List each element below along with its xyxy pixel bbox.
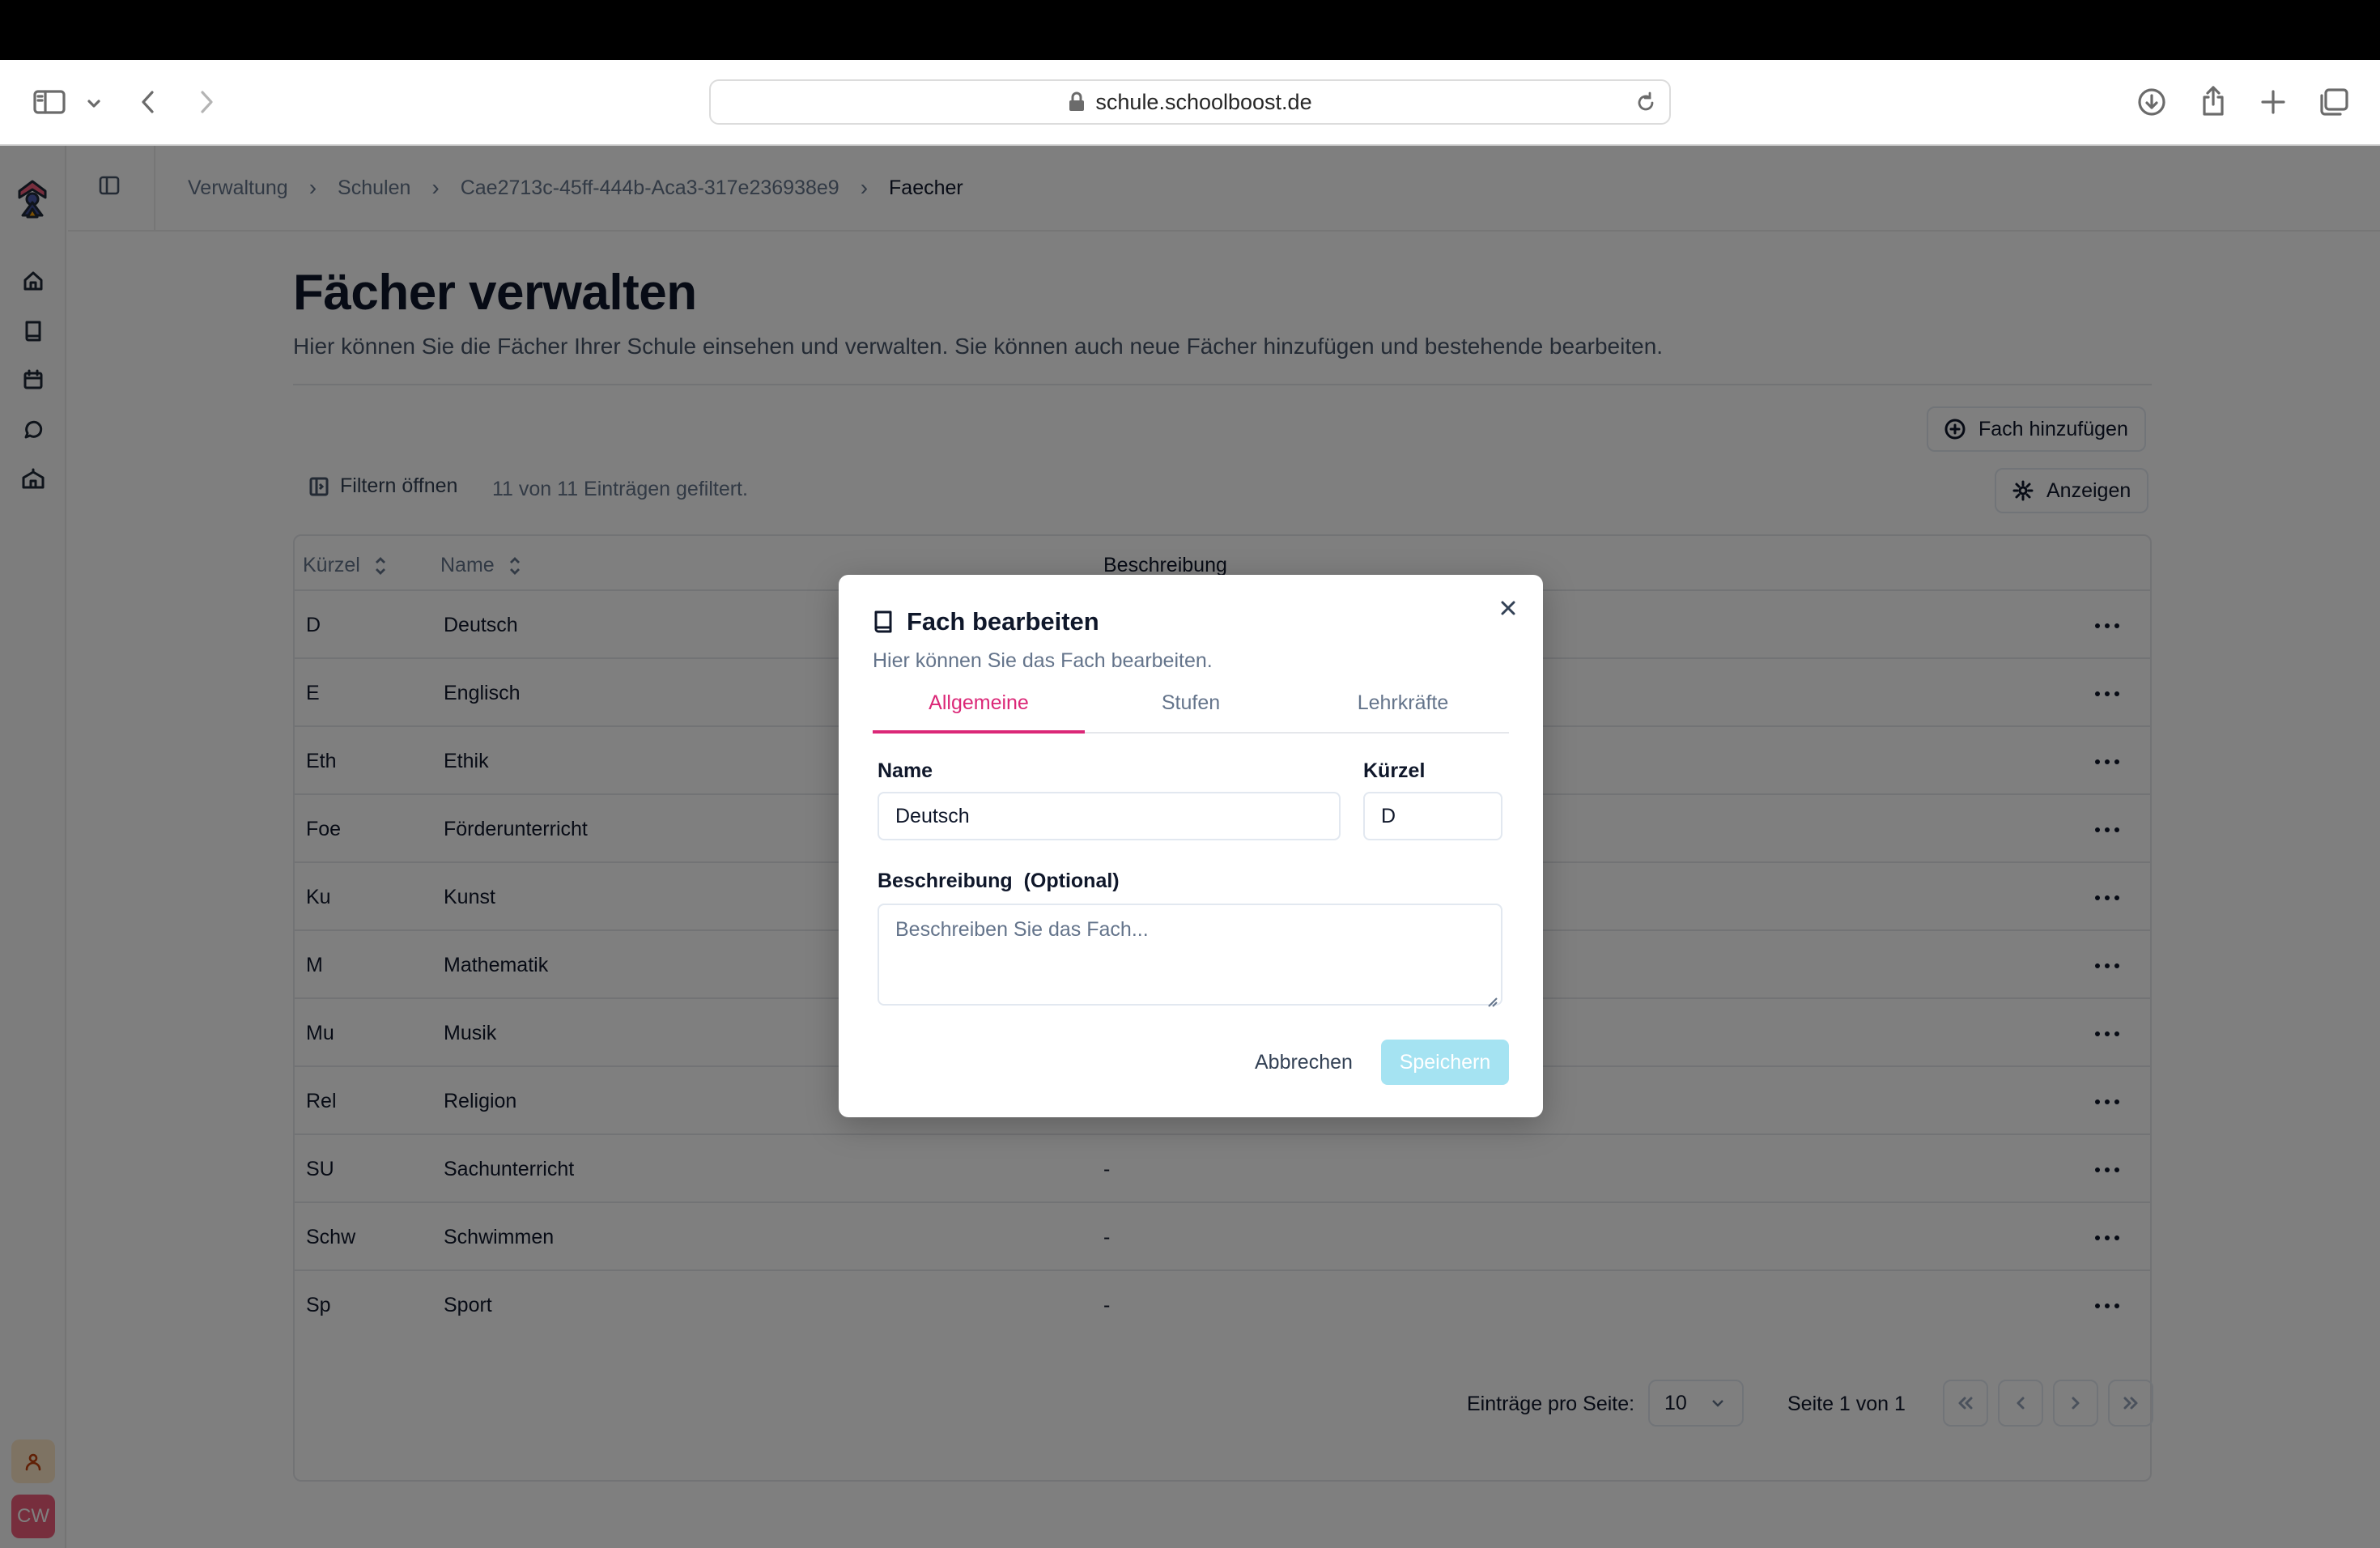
close-icon[interactable] <box>1498 598 1519 619</box>
share-icon[interactable] <box>2197 83 2229 118</box>
tab-overview-icon[interactable] <box>2317 86 2351 118</box>
system-menu-bar <box>0 0 2380 60</box>
forward-arrow-icon[interactable] <box>194 87 219 117</box>
description-placeholder: Beschreiben Sie das Fach... <box>895 918 1149 941</box>
dialog-tabs: Allgemeine Stufen Lehrkräfte <box>873 685 1509 734</box>
name-label: Name <box>878 759 933 782</box>
tab-allgemeine[interactable]: Allgemeine <box>873 685 1085 734</box>
name-field[interactable]: Deutsch <box>878 792 1341 840</box>
dialog-title-text: Fach bearbeiten <box>907 607 1099 636</box>
edit-subject-dialog: Fach bearbeiten Hier können Sie das Fach… <box>839 575 1543 1117</box>
dialog-subtitle: Hier können Sie das Fach bearbeiten. <box>873 649 1213 672</box>
url-text: schule.schoolboost.de <box>1095 89 1312 114</box>
browser-toolbar: schule.schoolboost.de <box>0 60 2380 146</box>
back-arrow-icon[interactable] <box>136 87 160 117</box>
description-field[interactable]: Beschreiben Sie das Fach... <box>878 904 1502 1007</box>
save-button[interactable]: Speichern <box>1381 1040 1509 1085</box>
download-icon[interactable] <box>2136 86 2168 118</box>
dialog-title: Fach bearbeiten <box>873 607 1099 636</box>
book-icon <box>874 610 892 633</box>
resize-handle-icon[interactable] <box>1486 989 1498 1007</box>
tab-lehrkraefte[interactable]: Lehrkräfte <box>1297 685 1509 734</box>
short-field[interactable]: D <box>1363 792 1502 840</box>
tab-stufen[interactable]: Stufen <box>1085 685 1297 734</box>
new-tab-icon[interactable] <box>2257 86 2289 118</box>
lock-icon <box>1068 91 1086 113</box>
reload-icon[interactable] <box>1635 91 1656 120</box>
chevron-down-icon[interactable] <box>84 96 104 112</box>
address-bar[interactable]: schule.schoolboost.de <box>709 79 1671 125</box>
description-label: Beschreibung (Optional) <box>878 870 1120 892</box>
short-label: Kürzel <box>1363 759 1426 782</box>
sidebar-toggle-icon[interactable] <box>32 87 66 117</box>
cancel-button[interactable]: Abbrechen <box>1243 1040 1364 1085</box>
